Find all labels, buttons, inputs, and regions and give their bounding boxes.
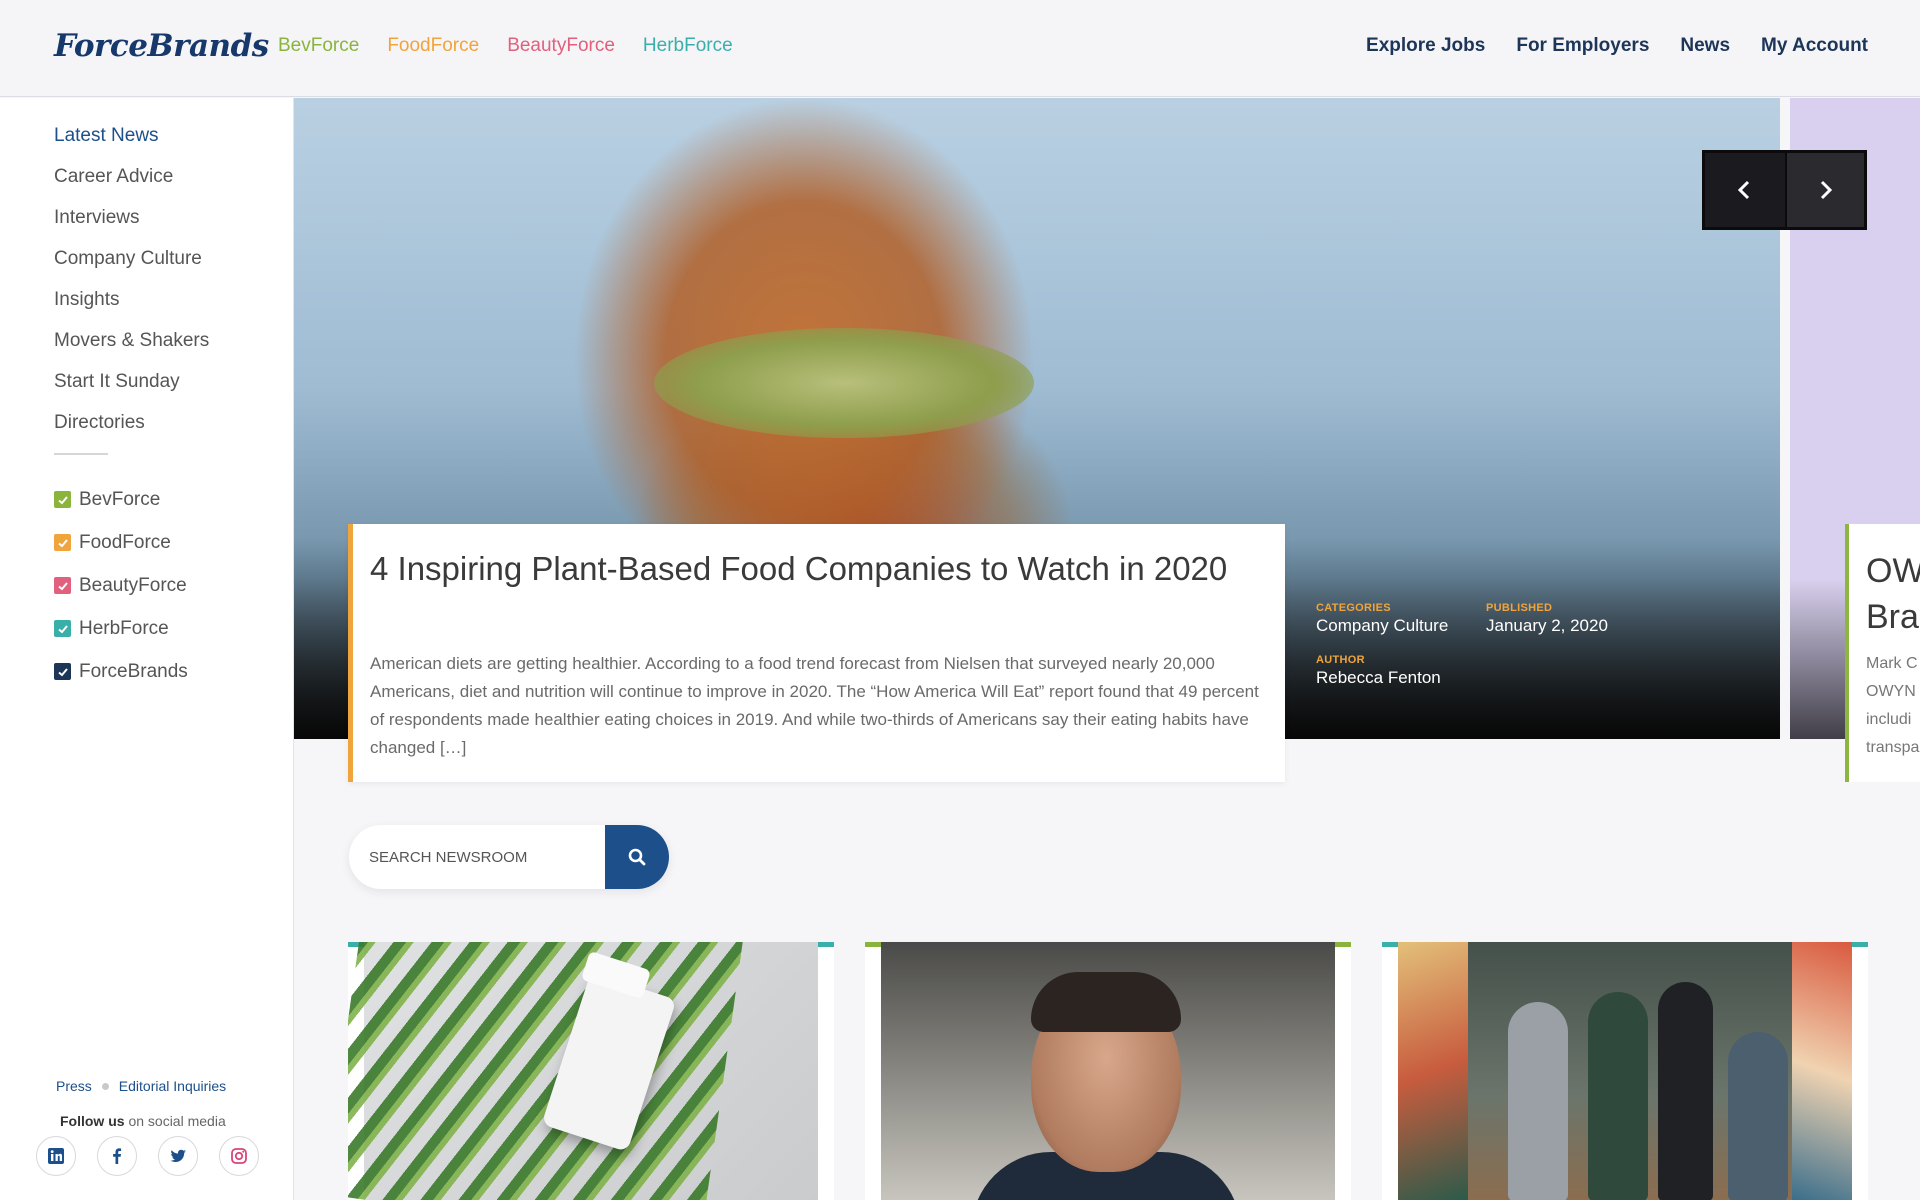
filter-foodforce[interactable]: FoodForce xyxy=(54,521,188,564)
article-tile[interactable] xyxy=(348,942,834,1200)
next-article-excerpt: Mark C OWYN includi transpa xyxy=(1866,655,1920,756)
meta-author: AUTHOR Rebecca Fenton xyxy=(1316,654,1516,688)
person-shape xyxy=(1508,1002,1568,1200)
article-image-team-photo[interactable] xyxy=(1398,942,1852,1200)
linkedin-icon[interactable] xyxy=(36,1136,76,1176)
brand-link-foodforce[interactable]: FoodForce xyxy=(387,35,479,57)
brand-filters: BevForce FoodForce BeautyForce HerbForce… xyxy=(54,478,188,693)
brand-link-bevforce[interactable]: BevForce xyxy=(278,35,359,57)
person-shape xyxy=(1658,982,1713,1200)
filter-label: ForceBrands xyxy=(79,660,188,682)
footer-links: Press Editorial Inquiries xyxy=(56,1078,226,1094)
meta-published: PUBLISHED January 2, 2020 xyxy=(1486,602,1686,636)
meta-categories: CATEGORIES Company Culture xyxy=(1316,602,1486,636)
follow-rest: on social media xyxy=(124,1113,226,1129)
next-article-card[interactable]: OW Bra Mark C OWYN includi transpa xyxy=(1845,524,1920,782)
sidebar: Latest News Career Advice Interviews Com… xyxy=(0,98,294,1200)
follow-bold: Follow us xyxy=(60,1113,125,1129)
category-insights[interactable]: Insights xyxy=(54,288,209,329)
separator-dot xyxy=(101,1082,109,1090)
hero-image-detail xyxy=(654,328,1034,438)
checkbox-checked-icon[interactable] xyxy=(54,577,71,594)
main-nav: Explore Jobs For Employers News My Accou… xyxy=(1366,35,1868,57)
carousel-controls xyxy=(1702,150,1867,230)
filter-label: BeautyForce xyxy=(79,574,187,596)
next-arrow-button[interactable] xyxy=(1784,153,1864,227)
newsroom-search xyxy=(349,825,669,889)
brand-nav: BevForce FoodForce BeautyForce HerbForce xyxy=(278,35,733,57)
filter-beautyforce[interactable]: BeautyForce xyxy=(54,564,188,607)
sidebar-divider xyxy=(54,453,108,455)
category-company-culture[interactable]: Company Culture xyxy=(54,247,209,288)
article-tile[interactable] xyxy=(1382,942,1868,1200)
brand-link-herbforce[interactable]: HerbForce xyxy=(643,35,733,57)
mural-left-shape xyxy=(1398,942,1468,1200)
filter-label: HerbForce xyxy=(79,617,169,639)
category-career-advice[interactable]: Career Advice xyxy=(54,165,209,206)
search-icon xyxy=(628,848,646,866)
person-shape xyxy=(1588,992,1648,1200)
meta-category-value[interactable]: Company Culture xyxy=(1316,616,1486,636)
filter-label: FoodForce xyxy=(79,531,171,553)
search-button[interactable] xyxy=(605,825,669,889)
category-directories[interactable]: Directories xyxy=(54,411,209,452)
next-article-title: OW Bra xyxy=(1866,552,1920,636)
meta-label: CATEGORIES xyxy=(1316,602,1391,614)
featured-article-title[interactable]: 4 Inspiring Plant-Based Food Companies t… xyxy=(370,546,1250,592)
article-tile[interactable] xyxy=(865,942,1351,1200)
checkbox-checked-icon[interactable] xyxy=(54,534,71,551)
prev-arrow-button[interactable] xyxy=(1705,153,1785,227)
nav-explore-jobs[interactable]: Explore Jobs xyxy=(1366,35,1485,57)
palm-leaf-shape xyxy=(348,942,745,1200)
twitter-icon[interactable] xyxy=(158,1136,198,1176)
filter-label: BevForce xyxy=(79,488,161,510)
chevron-left-icon xyxy=(1737,180,1749,200)
portrait-hair-shape xyxy=(1031,972,1181,1032)
brand-link-beautyforce[interactable]: BeautyForce xyxy=(507,35,615,57)
forcebrands-logo[interactable]: ForceBrands xyxy=(54,28,269,64)
category-nav: Latest News Career Advice Interviews Com… xyxy=(54,124,209,452)
social-links xyxy=(36,1136,259,1176)
nav-my-account[interactable]: My Account xyxy=(1761,35,1868,57)
article-image-portrait[interactable] xyxy=(881,942,1335,1200)
follow-text: Follow us on social media xyxy=(60,1113,226,1129)
category-movers-shakers[interactable]: Movers & Shakers xyxy=(54,329,209,370)
mural-right-shape xyxy=(1792,942,1852,1200)
checkbox-checked-icon[interactable] xyxy=(54,491,71,508)
meta-author-value[interactable]: Rebecca Fenton xyxy=(1316,668,1516,688)
featured-article-card[interactable]: 4 Inspiring Plant-Based Food Companies t… xyxy=(348,524,1285,782)
search-input[interactable] xyxy=(369,825,599,889)
facebook-icon[interactable] xyxy=(97,1136,137,1176)
category-latest-news[interactable]: Latest News xyxy=(54,124,209,165)
chevron-right-icon xyxy=(1821,180,1833,200)
top-header: ForceBrands BevForce FoodForce BeautyFor… xyxy=(0,0,1920,97)
category-start-it-sunday[interactable]: Start It Sunday xyxy=(54,370,209,411)
press-link[interactable]: Press xyxy=(56,1078,92,1094)
filter-forcebrands[interactable]: ForceBrands xyxy=(54,650,188,693)
filter-herbforce[interactable]: HerbForce xyxy=(54,607,188,650)
meta-label: PUBLISHED xyxy=(1486,602,1553,614)
category-interviews[interactable]: Interviews xyxy=(54,206,209,247)
nav-for-employers[interactable]: For Employers xyxy=(1516,35,1649,57)
filter-bevforce[interactable]: BevForce xyxy=(54,478,188,521)
meta-date-value: January 2, 2020 xyxy=(1486,616,1608,635)
article-image-supplement-bottle[interactable] xyxy=(348,942,818,1200)
nav-news[interactable]: News xyxy=(1680,35,1730,57)
instagram-icon[interactable] xyxy=(219,1136,259,1176)
checkbox-checked-icon[interactable] xyxy=(54,663,71,680)
editorial-inquiries-link[interactable]: Editorial Inquiries xyxy=(119,1078,226,1094)
featured-article-excerpt: American diets are getting healthier. Ac… xyxy=(370,654,1259,757)
person-shape xyxy=(1728,1032,1788,1200)
meta-label: AUTHOR xyxy=(1316,654,1365,666)
checkbox-checked-icon[interactable] xyxy=(54,620,71,637)
